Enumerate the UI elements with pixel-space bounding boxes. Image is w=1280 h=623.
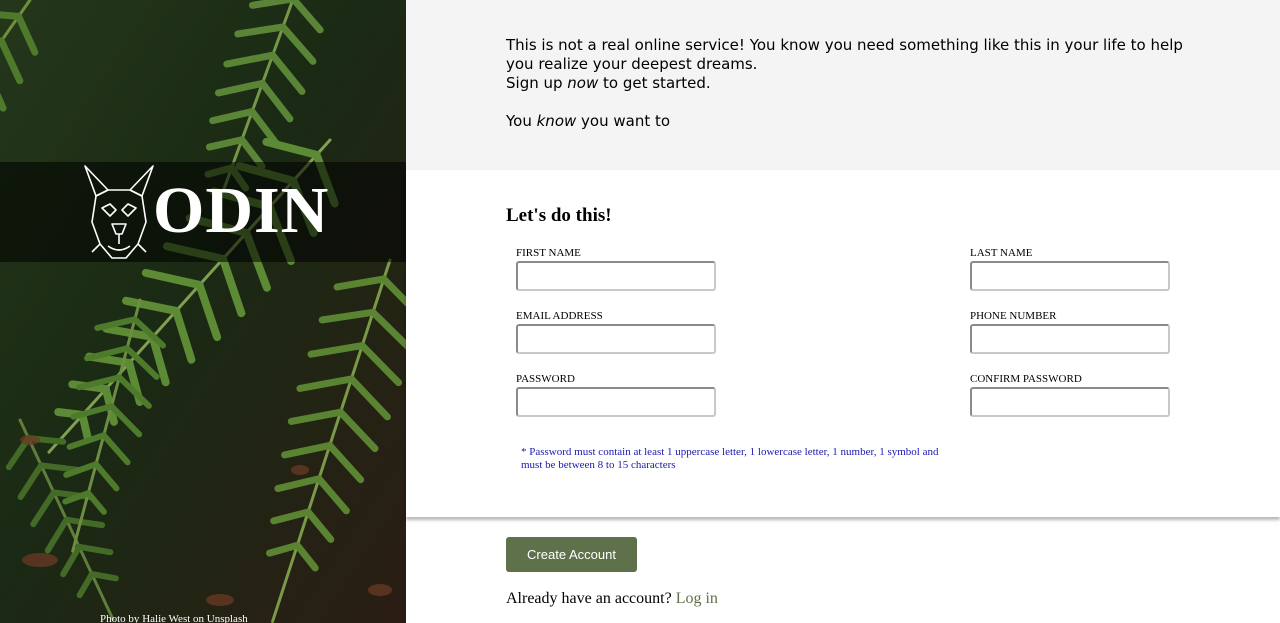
first-name-group: First Name: [516, 247, 716, 291]
intro-spacer: [506, 93, 1196, 112]
dog-head-icon: [84, 165, 154, 259]
form-actions: Create Account Already have an account? …: [406, 519, 1280, 623]
form-title: Let's do this!: [506, 205, 612, 226]
photo-credit-prefix: Photo by: [100, 613, 143, 623]
email-group: Email Address: [516, 310, 716, 354]
password-hint: * Password must contain at least 1 upper…: [521, 446, 939, 471]
password-label: Password: [516, 373, 575, 385]
login-prompt: Already have an account? Log in: [506, 590, 718, 608]
create-account-button[interactable]: Create Account: [506, 537, 637, 572]
first-name-label: First Name: [516, 247, 581, 259]
first-name-input[interactable]: [516, 261, 716, 291]
intro-section: This is not a real online service! You k…: [406, 0, 1280, 170]
photo-credit-middle: on: [190, 613, 207, 623]
email-label: Email Address: [516, 310, 603, 322]
last-name-input[interactable]: [970, 261, 1170, 291]
signup-form: Let's do this! First Name Last Name Emai…: [406, 170, 1280, 517]
confirm-password-group: Confirm Password: [970, 373, 1170, 417]
photo-credit-source-link[interactable]: Unsplash: [207, 613, 248, 623]
fern-background-image: [0, 0, 406, 623]
login-link[interactable]: Log in: [676, 590, 718, 607]
intro-line-2-emphasis: now: [567, 74, 599, 92]
last-name-group: Last Name: [970, 247, 1170, 291]
intro-line-2: Sign up now to get started.: [506, 74, 1196, 93]
login-prompt-text: Already have an account?: [506, 590, 676, 607]
intro-line-1: This is not a real online service! You k…: [506, 36, 1183, 73]
intro-line-3-before: You: [506, 112, 537, 130]
intro-line-3-emphasis: know: [536, 112, 577, 130]
photo-credit-author-link[interactable]: Halie West: [142, 613, 190, 623]
intro-line-2-after: to get started.: [598, 74, 711, 92]
sidebar-photo: ODIN Photo by Halie West on Unsplash: [0, 0, 406, 623]
phone-label: Phone Number: [970, 310, 1057, 322]
intro-line-3-after: you want to: [576, 112, 671, 130]
intro-line-2-before: Sign up: [506, 74, 568, 92]
intro-line-3: You know you want to: [506, 112, 1196, 131]
password-group: Password: [516, 373, 716, 417]
brand-name: ODIN: [153, 174, 330, 247]
confirm-password-label: Confirm Password: [970, 373, 1082, 385]
phone-group: Phone Number: [970, 310, 1170, 354]
confirm-password-input[interactable]: [970, 387, 1170, 417]
email-input[interactable]: [516, 324, 716, 354]
last-name-label: Last Name: [970, 247, 1033, 259]
password-input[interactable]: [516, 387, 716, 417]
photo-credit: Photo by Halie West on Unsplash: [100, 613, 248, 623]
phone-input[interactable]: [970, 324, 1170, 354]
intro-text: This is not a real online service! You k…: [506, 36, 1196, 131]
